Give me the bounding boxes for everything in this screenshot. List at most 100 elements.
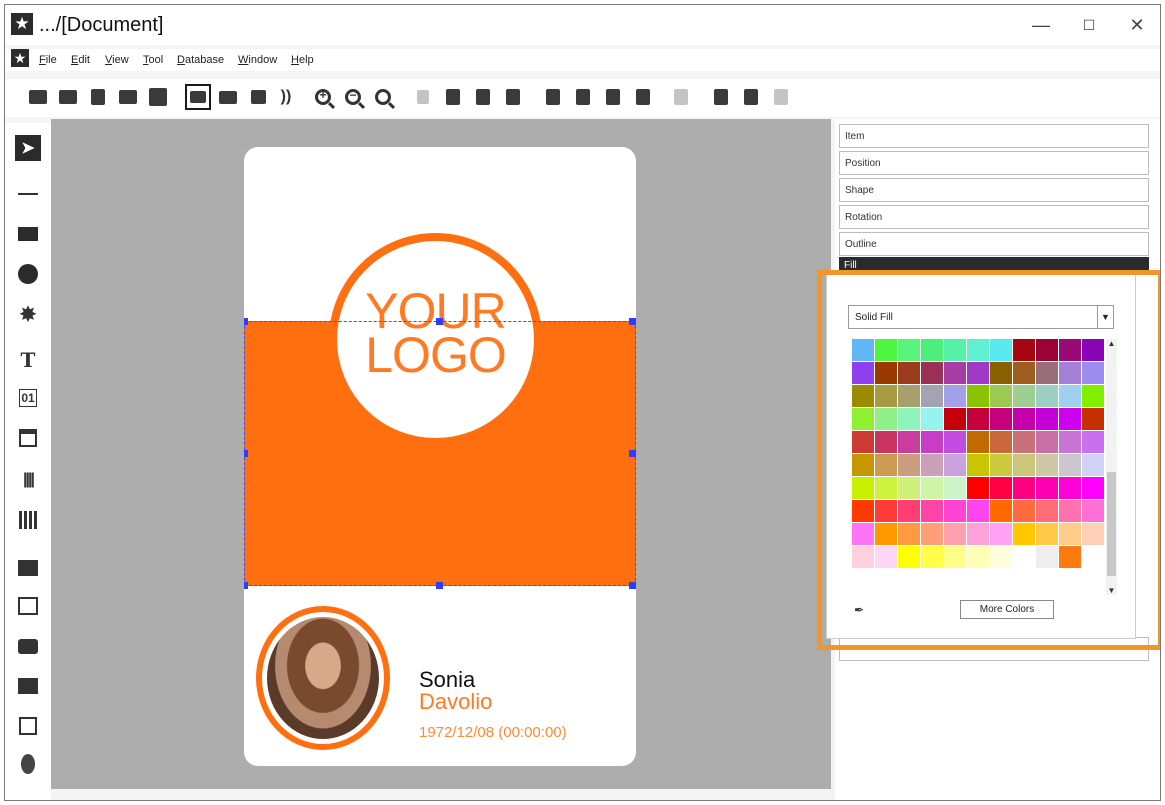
- forward-icon[interactable]: [600, 84, 626, 110]
- menu-edit[interactable]: Edit: [71, 54, 90, 66]
- color-swatch[interactable]: [1059, 477, 1081, 499]
- backward-icon[interactable]: [630, 84, 656, 110]
- color-swatch[interactable]: [921, 408, 943, 430]
- section-outline[interactable]: Outline: [839, 232, 1149, 256]
- color-swatch[interactable]: [967, 477, 989, 499]
- color-swatch[interactable]: [921, 546, 943, 568]
- card-back-icon[interactable]: [215, 84, 241, 110]
- text-icon[interactable]: T: [15, 347, 41, 373]
- color-swatch[interactable]: [944, 546, 966, 568]
- remove-field-icon[interactable]: [738, 84, 764, 110]
- image-field-icon[interactable]: [15, 555, 41, 581]
- new-document-icon[interactable]: [25, 84, 51, 110]
- color-swatch[interactable]: [875, 408, 897, 430]
- date-icon[interactable]: [15, 425, 41, 451]
- color-swatch[interactable]: [898, 454, 920, 476]
- color-swatch[interactable]: [1059, 431, 1081, 453]
- color-swatch[interactable]: [875, 500, 897, 522]
- color-swatch[interactable]: [875, 454, 897, 476]
- color-swatch[interactable]: [944, 339, 966, 361]
- palette-scrollbar[interactable]: ▲ ▼: [1106, 339, 1117, 595]
- color-swatch[interactable]: [1013, 523, 1035, 545]
- last-name-text[interactable]: Davolio: [419, 689, 492, 715]
- color-swatch[interactable]: [852, 500, 874, 522]
- scroll-up-icon[interactable]: ▲: [1106, 339, 1117, 348]
- color-swatch[interactable]: [875, 546, 897, 568]
- color-swatch[interactable]: [852, 385, 874, 407]
- resize-handle[interactable]: [629, 450, 636, 457]
- star-shape-icon[interactable]: ✸: [15, 301, 41, 327]
- color-swatch[interactable]: [1036, 408, 1058, 430]
- eyedropper-icon[interactable]: ✒: [854, 603, 864, 617]
- qrcode-icon[interactable]: [15, 507, 41, 533]
- color-swatch[interactable]: [852, 477, 874, 499]
- color-swatch[interactable]: [1036, 362, 1058, 384]
- color-swatch[interactable]: [1082, 408, 1104, 430]
- color-swatch[interactable]: [898, 385, 920, 407]
- fill-type-select[interactable]: Solid Fill ▼: [848, 305, 1114, 329]
- color-swatch[interactable]: [1059, 454, 1081, 476]
- menu-window[interactable]: Window: [238, 54, 277, 66]
- id-card[interactable]: YOUR LOGO Sonia Davolio 1972/12/08 (00:0…: [244, 147, 636, 766]
- color-swatch[interactable]: [1082, 431, 1104, 453]
- section-rotation[interactable]: Rotation: [839, 205, 1149, 229]
- color-swatch[interactable]: [967, 454, 989, 476]
- menu-view[interactable]: View: [105, 54, 129, 66]
- resize-handle[interactable]: [629, 582, 636, 589]
- color-swatch[interactable]: [1013, 385, 1035, 407]
- color-swatch[interactable]: [1013, 431, 1035, 453]
- color-swatch[interactable]: [898, 431, 920, 453]
- color-swatch[interactable]: [898, 500, 920, 522]
- section-item[interactable]: Item: [839, 124, 1149, 148]
- color-swatch[interactable]: [944, 454, 966, 476]
- color-swatch[interactable]: [898, 408, 920, 430]
- color-swatch[interactable]: [990, 408, 1012, 430]
- color-swatch[interactable]: [921, 477, 943, 499]
- color-swatch[interactable]: [1059, 546, 1081, 568]
- list-icon[interactable]: [245, 84, 271, 110]
- color-swatch[interactable]: [852, 339, 874, 361]
- pen-icon[interactable]: [15, 713, 41, 739]
- color-swatch[interactable]: [1082, 523, 1104, 545]
- color-swatch[interactable]: [921, 500, 943, 522]
- color-swatch[interactable]: [921, 339, 943, 361]
- color-swatch[interactable]: [990, 523, 1012, 545]
- bring-front-icon[interactable]: [540, 84, 566, 110]
- color-swatch[interactable]: [944, 385, 966, 407]
- color-swatch[interactable]: [852, 523, 874, 545]
- print-icon[interactable]: [145, 84, 171, 110]
- color-swatch[interactable]: [1059, 362, 1081, 384]
- color-swatch[interactable]: [875, 477, 897, 499]
- color-swatch[interactable]: [852, 431, 874, 453]
- chevron-down-icon[interactable]: ▼: [1097, 306, 1113, 328]
- color-swatch[interactable]: [1082, 454, 1104, 476]
- maximize-button[interactable]: ☐: [1069, 13, 1109, 37]
- color-swatch[interactable]: [944, 362, 966, 384]
- color-swatch[interactable]: [990, 362, 1012, 384]
- resize-handle[interactable]: [244, 318, 248, 325]
- menu-tool[interactable]: Tool: [143, 54, 163, 66]
- color-swatch[interactable]: [1013, 500, 1035, 522]
- barcode-icon[interactable]: ||||: [15, 467, 41, 493]
- birthdate-text[interactable]: 1972/12/08 (00:00:00): [419, 724, 567, 741]
- encode-icon[interactable]: )): [273, 84, 299, 110]
- color-swatch[interactable]: [1036, 523, 1058, 545]
- color-swatch[interactable]: [1013, 477, 1035, 499]
- picture-icon[interactable]: [15, 593, 41, 619]
- color-swatch[interactable]: [1036, 454, 1058, 476]
- color-swatch[interactable]: [944, 431, 966, 453]
- color-swatch[interactable]: [1082, 362, 1104, 384]
- color-swatch[interactable]: [1059, 408, 1081, 430]
- counter-icon[interactable]: 01: [15, 385, 41, 411]
- pointer-icon[interactable]: ➤: [15, 135, 41, 161]
- color-swatch[interactable]: [875, 431, 897, 453]
- color-swatch[interactable]: [1013, 408, 1035, 430]
- color-swatch[interactable]: [1059, 500, 1081, 522]
- menu-help[interactable]: Help: [291, 54, 314, 66]
- resize-handle[interactable]: [436, 318, 443, 325]
- color-swatch[interactable]: [1082, 339, 1104, 361]
- color-swatch[interactable]: [990, 546, 1012, 568]
- color-swatch[interactable]: [967, 385, 989, 407]
- color-swatch[interactable]: [898, 339, 920, 361]
- color-swatch[interactable]: [990, 431, 1012, 453]
